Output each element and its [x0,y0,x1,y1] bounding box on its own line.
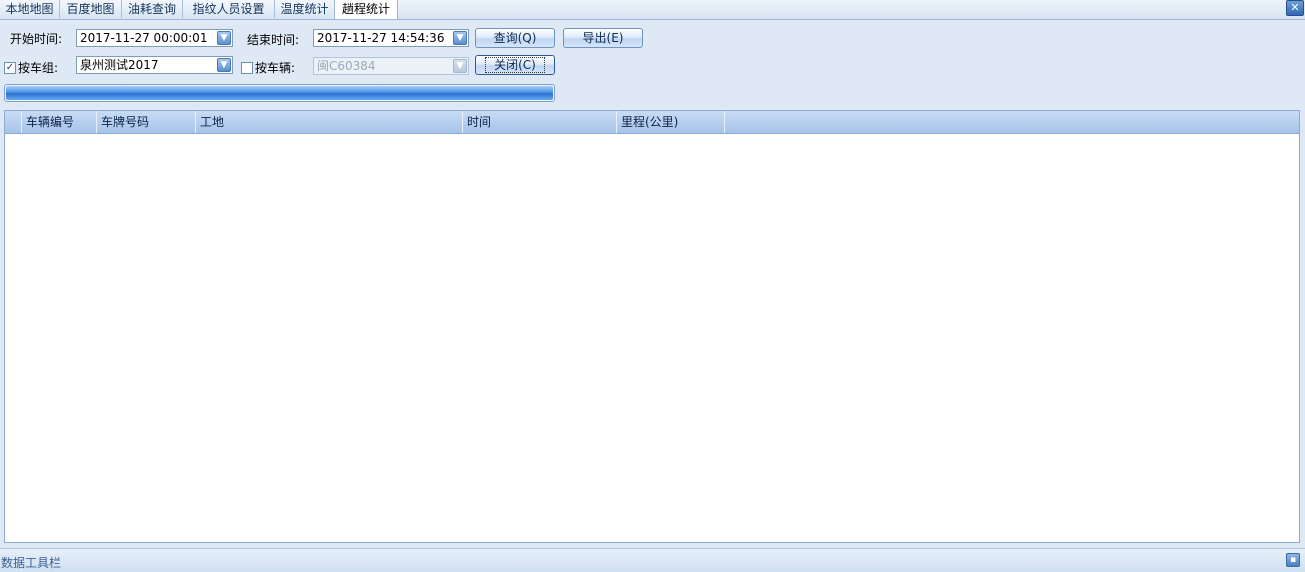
export-button[interactable]: 导出(E) [563,28,643,48]
column-header-vehicle-id[interactable]: 车辆编号 [22,111,97,133]
column-header-mileage[interactable]: 里程(公里) [617,111,725,133]
close-button-label: 关闭(C) [485,57,545,73]
vehicle-checkbox-label: 按车辆: [255,61,296,75]
start-time-picker[interactable]: 2017-11-27 00:00:01 ▼ [76,29,233,47]
chevron-down-icon[interactable]: ▼ [217,31,231,45]
tab-fuel-query[interactable]: 油耗查询 [122,0,183,18]
tab-trip-stats[interactable]: 趟程统计 [334,0,398,19]
end-time-picker[interactable]: 2017-11-27 14:54:36 ▼ [313,29,469,47]
tab-temperature-stats[interactable]: 温度统计 [275,0,335,18]
tab-bar: 本地地图 百度地图 油耗查询 指纹人员设置 温度统计 趟程统计 ✕ [0,0,1305,20]
group-checkbox-label: 按车组: [18,61,59,75]
table-header: 车辆编号 车牌号码 工地 时间 里程(公里) [5,111,1299,134]
group-checkbox[interactable]: ✓ [4,62,16,74]
chevron-down-icon[interactable]: ▼ [453,31,467,45]
status-bar-title: 数据工具栏 [1,556,62,570]
tab-local-map[interactable]: 本地地图 [0,0,60,18]
column-header-plate-number[interactable]: 车牌号码 [97,111,196,133]
group-select[interactable]: 泉州测试2017 ▼ [76,56,233,74]
column-header-time[interactable]: 时间 [463,111,617,133]
results-table[interactable]: 车辆编号 车牌号码 工地 时间 里程(公里) [4,110,1300,543]
pin-icon[interactable]: ▪ [1286,553,1300,567]
vehicle-select[interactable]: 闽C60384 ▼ [313,57,469,75]
column-header-site[interactable]: 工地 [196,111,463,133]
progress-fill [6,86,553,100]
close-button[interactable]: 关闭(C) [475,55,555,75]
start-time-label: 开始时间: [10,32,63,46]
end-time-label: 结束时间: [247,33,300,47]
vehicle-checkbox[interactable] [241,62,253,74]
status-bar: 数据工具栏 ▪ [0,548,1305,572]
chevron-down-icon: ▼ [453,59,467,73]
tab-baidu-map[interactable]: 百度地图 [60,0,122,18]
tab-fingerprint-personnel[interactable]: 指纹人员设置 [183,0,275,18]
chevron-down-icon[interactable]: ▼ [217,58,231,72]
start-time-value: 2017-11-27 00:00:01 [80,31,208,45]
query-button[interactable]: 查询(Q) [475,28,555,48]
end-time-value: 2017-11-27 14:54:36 [317,31,445,45]
vehicle-select-value: 闽C60384 [317,59,376,73]
progress-bar [4,84,555,102]
close-icon[interactable]: ✕ [1286,0,1304,16]
group-select-value: 泉州测试2017 [80,58,159,72]
row-indicator-header [5,111,22,133]
